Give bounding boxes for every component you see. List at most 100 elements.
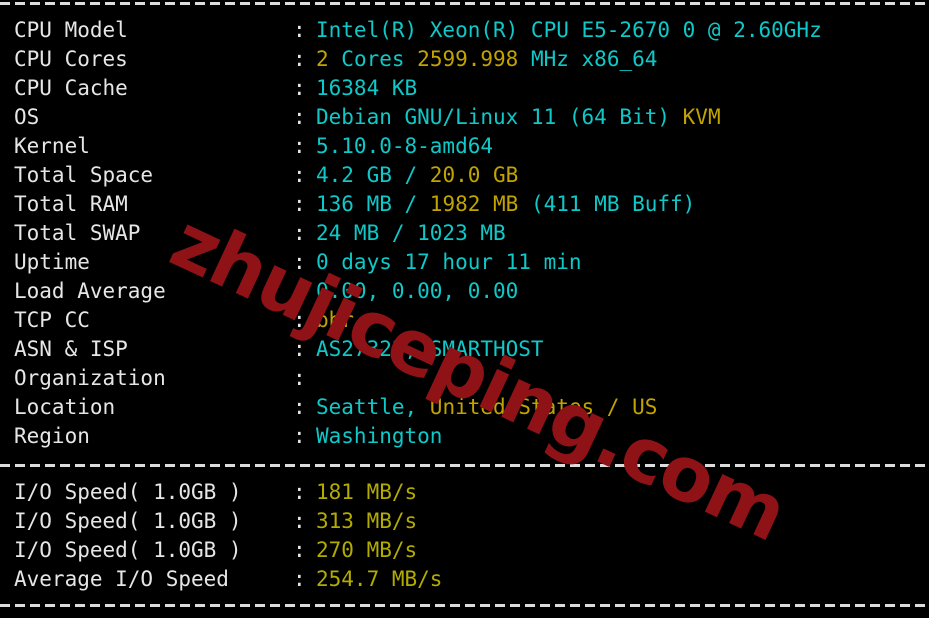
sysinfo-value: 0.00, 0.00, 0.00 xyxy=(316,277,518,306)
system-info-section: CPU Model: Intel(R) Xeon(R) CPU E5-2670 0… xyxy=(0,16,929,451)
sysinfo-colon: : xyxy=(293,18,306,42)
io-speed-value: 270 MB/s xyxy=(316,536,417,565)
sysinfo-value: 16384 KB xyxy=(316,74,417,103)
io-speed-label: I/O Speed( 1.0GB ) xyxy=(14,509,242,533)
sysinfo-value-part: AS27323, SMARTHOST xyxy=(316,337,544,361)
sysinfo-value-part: United States / US xyxy=(429,395,658,419)
sysinfo-colon: : xyxy=(293,337,306,361)
sysinfo-value-part: Washington xyxy=(316,424,443,448)
sysinfo-row: OS: Debian GNU/Linux 11 (64 Bit) KVM xyxy=(0,103,929,132)
sysinfo-value-part: 0 days 17 hour 11 min xyxy=(316,250,582,274)
sysinfo-value-part: 16384 KB xyxy=(316,76,418,100)
sysinfo-colon: : xyxy=(293,47,306,71)
sysinfo-label: Region xyxy=(14,424,90,448)
sysinfo-label: ASN & ISP xyxy=(14,337,128,361)
sysinfo-label: Kernel xyxy=(14,134,90,158)
io-speed-row: I/O Speed( 1.0GB ):270 MB/s xyxy=(0,536,929,565)
sysinfo-value-part: (411 MB Buff) xyxy=(518,192,696,216)
sysinfo-value: 0 days 17 hour 11 min xyxy=(316,248,582,277)
sysinfo-colon: : xyxy=(293,76,306,100)
sysinfo-value-part: Debian GNU/Linux 11 (64 Bit) xyxy=(316,105,683,129)
sysinfo-row: ASN & ISP: AS27323, SMARTHOST xyxy=(0,335,929,364)
sysinfo-row: Total Space:4.2 GB / 20.0 GB xyxy=(0,161,929,190)
io-speed-colon: : xyxy=(293,538,306,562)
io-speed-label: I/O Speed( 1.0GB ) xyxy=(14,480,242,504)
sysinfo-value-part: MHz x86_64 xyxy=(518,47,658,71)
sysinfo-value: Washington xyxy=(316,422,442,451)
sysinfo-label: Organization xyxy=(14,366,166,390)
sysinfo-row: Region: Washington xyxy=(0,422,929,451)
sysinfo-label: OS xyxy=(14,105,40,129)
io-speed-value-part: 313 MB/s xyxy=(316,509,418,533)
sysinfo-colon: : xyxy=(293,308,306,332)
sysinfo-label: Total RAM xyxy=(14,192,128,216)
sysinfo-value-part: 20.0 GB xyxy=(429,163,519,187)
sysinfo-row: TCP CC: bbr xyxy=(0,306,929,335)
sysinfo-value: Intel(R) Xeon(R) CPU E5-2670 0 @ 2.60GHz xyxy=(316,16,822,45)
sysinfo-value: 136 MB / 1982 MB (411 MB Buff) xyxy=(316,190,695,219)
separator-line-bottom xyxy=(0,604,929,607)
sysinfo-colon: : xyxy=(293,192,306,216)
io-speed-colon: : xyxy=(293,567,306,591)
sysinfo-label: Location xyxy=(14,395,116,419)
sysinfo-value: 2 Cores 2599.998 MHz x86_64 xyxy=(316,45,657,74)
io-speed-row: I/O Speed( 1.0GB ):181 MB/s xyxy=(0,478,929,507)
io-speed-value: 313 MB/s xyxy=(316,507,417,536)
io-speed-value-part: 270 MB/s xyxy=(316,538,418,562)
sysinfo-row: CPU Cores:2 Cores 2599.998 MHz x86_64 xyxy=(0,45,929,74)
sysinfo-value: 4.2 GB / 20.0 GB xyxy=(316,161,518,190)
sysinfo-label: CPU Cores xyxy=(14,47,128,71)
sysinfo-row: Uptime:0 days 17 hour 11 min xyxy=(0,248,929,277)
sysinfo-value-part: 1982 MB xyxy=(429,192,519,216)
io-speed-value-part: 181 MB/s xyxy=(316,480,418,504)
sysinfo-value-part: 0.00, 0.00, 0.00 xyxy=(316,279,519,303)
sysinfo-value-part: 136 MB / xyxy=(316,192,430,216)
io-speed-label: I/O Speed( 1.0GB ) xyxy=(14,538,242,562)
io-speed-value-part: 254.7 MB/s xyxy=(316,567,443,591)
sysinfo-label: TCP CC xyxy=(14,308,90,332)
io-speed-colon: : xyxy=(293,480,306,504)
sysinfo-row: Load Average:0.00, 0.00, 0.00 xyxy=(0,277,929,306)
sysinfo-label: Uptime xyxy=(14,250,90,274)
sysinfo-label: Total SWAP xyxy=(14,221,141,245)
io-speed-label: Average I/O Speed xyxy=(14,567,229,591)
sysinfo-colon: : xyxy=(293,279,306,303)
io-speed-colon: : xyxy=(293,509,306,533)
sysinfo-colon: : xyxy=(293,134,306,158)
sysinfo-value-part: 2 xyxy=(316,47,329,71)
sysinfo-value-part: bbr xyxy=(316,308,354,332)
sysinfo-value: AS27323, SMARTHOST xyxy=(316,335,544,364)
sysinfo-value-part: 2599.998 xyxy=(417,47,519,71)
terminal-window[interactable]: CPU Model: Intel(R) Xeon(R) CPU E5-2670 0… xyxy=(0,0,929,618)
sysinfo-row: CPU Model: Intel(R) Xeon(R) CPU E5-2670 0… xyxy=(0,16,929,45)
sysinfo-colon: : xyxy=(293,366,306,390)
sysinfo-colon: : xyxy=(293,163,306,187)
sysinfo-colon: : xyxy=(293,250,306,274)
sysinfo-row: Organization: xyxy=(0,364,929,393)
sysinfo-value-part: 4.2 GB / xyxy=(316,163,430,187)
sysinfo-value: Debian GNU/Linux 11 (64 Bit) KVM xyxy=(316,103,721,132)
sysinfo-row: CPU Cache:16384 KB xyxy=(0,74,929,103)
io-speed-value: 181 MB/s xyxy=(316,478,417,507)
sysinfo-value: Seattle, United States / US xyxy=(316,393,657,422)
separator-line-middle xyxy=(0,464,929,467)
sysinfo-value-part: KVM xyxy=(682,105,721,129)
io-speed-row: I/O Speed( 1.0GB ):313 MB/s xyxy=(0,507,929,536)
sysinfo-colon: : xyxy=(293,221,306,245)
separator-line-top xyxy=(0,2,929,5)
sysinfo-label: Load Average xyxy=(14,279,166,303)
sysinfo-value-part: 24 MB / 1023 MB xyxy=(316,221,506,245)
sysinfo-colon: : xyxy=(293,424,306,448)
sysinfo-row: Total RAM:136 MB / 1982 MB (411 MB Buff) xyxy=(0,190,929,219)
io-speed-row: Average I/O Speed:254.7 MB/s xyxy=(0,565,929,594)
io-speed-section: I/O Speed( 1.0GB ):181 MB/s I/O Speed( 1.… xyxy=(0,478,929,594)
sysinfo-label: CPU Model xyxy=(14,18,128,42)
sysinfo-value: 24 MB / 1023 MB xyxy=(316,219,506,248)
sysinfo-row: Total SWAP:24 MB / 1023 MB xyxy=(0,219,929,248)
sysinfo-value-part: Intel(R) Xeon(R) CPU E5-2670 0 @ 2.60GHz xyxy=(316,18,822,42)
sysinfo-value-part: Cores xyxy=(328,47,418,71)
io-speed-value: 254.7 MB/s xyxy=(316,565,442,594)
sysinfo-value: bbr xyxy=(316,306,354,335)
sysinfo-value-part: 5.10.0-8-amd64 xyxy=(316,134,494,158)
sysinfo-label: CPU Cache xyxy=(14,76,128,100)
